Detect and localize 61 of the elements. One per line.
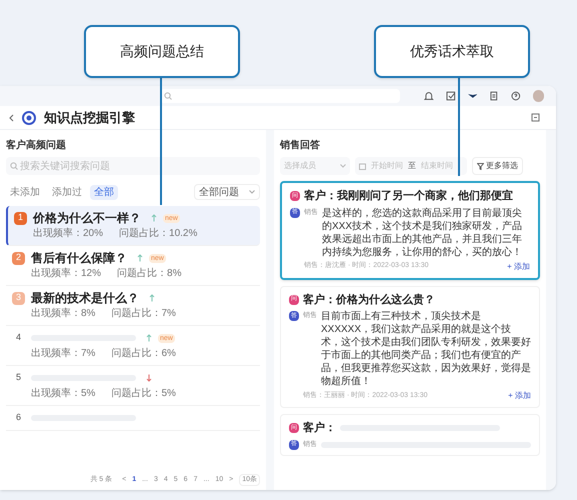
start-date-placeholder: 开始时间 [371,160,403,172]
question-row[interactable]: 5 出现频率：5% 问题占比：5% [6,366,260,406]
checkbox-icon[interactable] [446,91,456,101]
sales-answer: 是这样的，您选的这款商品采用了目前最顶尖的XXX技术，这个技术是我们独家研发，产品效果远超出市面上的其他产品，并且我们三年内持续为您服务，让你用的舒心，买的放心！ [322,206,524,258]
question-row[interactable]: 3 最新的技术是什么？ 出现频率：8% 问题占比：7% [6,286,260,326]
rank-badge: 3 [12,292,25,304]
question-title: 价格为什么不一样？ [33,210,141,227]
bell-icon[interactable] [424,91,434,101]
export-icon[interactable] [531,113,540,122]
sales-answer: 目前市面上有三种技术，顶尖技术是XXXXXX，我们这款产品采用的就是这个技术，这个技术是由我们团队专利研发，效果要好于市面上的其他同类产品；我们也有便宜的产品，但我更推荐您买这款，因为效果好，觉得是物超所值！ [321,310,531,388]
rank-number: 6 [14,412,22,424]
question-title: 售后有什么保障？ [31,250,127,267]
panel-title: 客户高频问题 [6,138,67,153]
frequency-text: 出现频率：20% [33,226,104,241]
select-placeholder: 选择成员 [284,160,316,172]
document-icon[interactable] [489,91,499,101]
question-title: 最新的技术是什么？ [31,290,139,307]
callout-label: 优秀话术萃取 [374,25,530,78]
frequency-text: 出现频率：5% [31,386,96,401]
help-icon[interactable] [510,91,520,101]
rank-badge: 1 [14,212,27,224]
filter-tab[interactable]: 全部 [90,184,118,200]
search-icon [10,162,18,170]
filter-tab[interactable]: 添加过 [48,184,86,200]
filter-icon [477,162,484,170]
callout-label: 高频问题总结 [84,25,240,78]
share-text: 问题占比：7% [111,306,176,321]
calendar-icon [359,162,366,170]
wing-logo-icon[interactable] [468,91,478,101]
add-button[interactable]: + 添加 [507,260,530,272]
date-separator: 至 [408,160,416,172]
question-row[interactable]: 6 [6,406,260,431]
filter-tab[interactable]: 未添加 [6,184,44,200]
search-field[interactable]: 搜索关键词搜索问题 [6,157,260,175]
chevron-down-icon [340,164,346,168]
rank-number: 4 [14,332,22,344]
end-date-placeholder: 结束时间 [421,160,453,172]
share-text: 问题占比：6% [111,346,176,361]
logo-icon [22,110,36,124]
panel-title: 销售回答 [280,138,321,153]
share-text: 问题占比：5% [111,386,176,401]
search-field[interactable] [160,89,400,103]
customer-question: 客户：价格为什么这么贵？ [303,292,435,308]
back-icon[interactable] [8,114,14,122]
frequency-text: 出现频率：7% [31,346,96,361]
date-range-field[interactable]: 开始时间 至 结束时间 [355,157,467,175]
more-filters-button[interactable]: 更多筛选 [472,157,523,175]
share-text: 问题占比：8% [117,266,182,281]
frequency-text: 出现频率：8% [31,306,96,321]
dropdown-value: 全部问题 [199,186,239,200]
frequency-text: 出现频率：12% [31,266,102,281]
dropdown[interactable]: 全部问题 [194,184,260,200]
rank-number: 5 [14,372,22,384]
customer-question: 客户：我刚刚问了另一个商家，他们那便宜 [304,188,513,204]
app-title: 知识点挖掘引擎 [44,108,135,127]
chevron-down-icon [249,190,255,194]
share-text: 问题占比：10.2% [119,226,198,241]
rank-badge: 2 [12,252,25,264]
search-icon [164,92,172,100]
add-button[interactable]: + 添加 [508,390,531,402]
customer-question: 客户： [303,420,336,436]
